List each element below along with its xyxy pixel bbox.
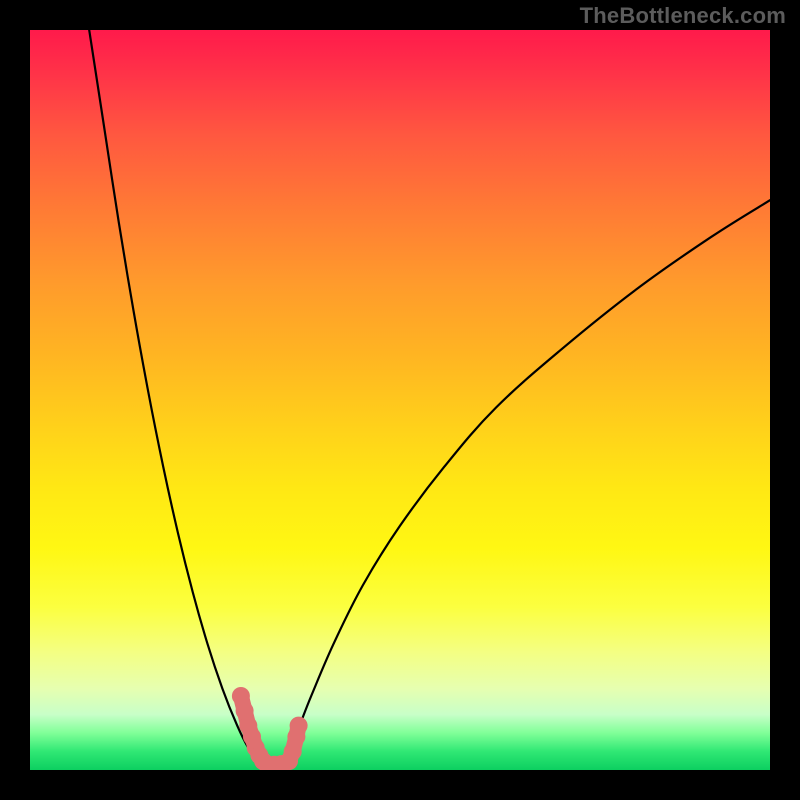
plot-area (30, 30, 770, 770)
curve-curve-right (274, 200, 770, 766)
curve-curve-left (89, 30, 259, 763)
series-group (89, 30, 770, 770)
chart-svg (30, 30, 770, 770)
watermark-text: TheBottleneck.com (580, 3, 786, 29)
marker-dot (290, 717, 308, 735)
chart-frame: TheBottleneck.com (0, 0, 800, 800)
